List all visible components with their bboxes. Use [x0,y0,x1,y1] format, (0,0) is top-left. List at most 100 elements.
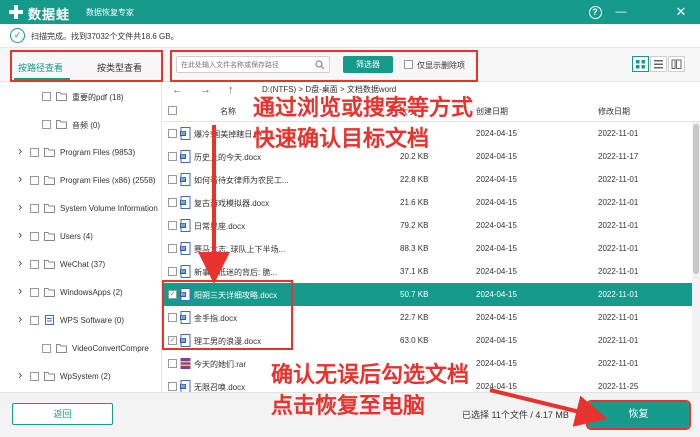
tree-item-checkbox[interactable] [30,176,39,185]
app-logo-icon [9,5,23,19]
document-icon [45,315,54,325]
tree-item[interactable]: › WpSystem (2) [0,362,161,390]
column-header-modified[interactable]: 修改日期 [598,106,630,117]
scan-status-text: 扫描完成。找到37032个文件共18.6 GB。 [31,32,179,41]
breadcrumb: D:(NTFS) > D盘-桌面 > 文档数据word [262,85,397,94]
tree-item-checkbox[interactable] [30,260,39,269]
search-box[interactable] [176,56,330,73]
tree-item-checkbox[interactable] [30,372,39,381]
chevron-right-icon[interactable]: › [18,143,26,158]
row-checkbox[interactable] [168,313,177,322]
tree-item[interactable]: › Program Files (9853) [0,138,161,166]
chevron-right-icon[interactable]: › [18,171,26,186]
table-row[interactable]: W 如何看待女律师为农民工... 22.8 KB 2024-04-15 2022-11-… [162,168,692,191]
folder-icon [44,260,55,269]
back-button[interactable]: 返回 [12,403,113,425]
minimize-icon[interactable]: — [612,3,630,21]
chevron-right-icon[interactable]: › [18,311,26,326]
table-row[interactable]: W 金手指.docx 22.7 KB 2024-04-15 2022-11-01 [162,306,692,329]
svg-text:W: W [181,177,186,183]
table-row[interactable]: ✓ W 理工男的浪漫.docx 63.0 KB 2024-04-15 2022-11-01 [162,329,692,352]
row-checkbox[interactable]: ✓ [168,336,177,345]
chevron-right-icon[interactable]: › [18,255,26,270]
tree-item[interactable]: VideoConvertCompre [0,334,161,362]
search-input[interactable] [181,59,311,71]
chevron-right-icon[interactable]: › [18,227,26,242]
row-checkbox[interactable] [168,221,177,230]
tree-item[interactable]: 音频 (0) [0,110,161,138]
table-row[interactable]: 今天的她们.rar 2024-04-15 2022-11-01 [162,352,692,375]
table-row[interactable]: ✓ W 阳朔三天详细攻略.docx 50.7 KB 2024-04-15 2022-11-… [162,283,692,306]
tree-item[interactable]: › Program Files (x86) (2558) [0,166,161,194]
file-created-date: 2024-04-15 [476,129,517,138]
up-arrow-icon[interactable]: ↑ [228,84,234,96]
tree-item[interactable]: › System Volume Information [0,194,161,222]
table-row[interactable]: W 新事业低迷的背后: 脆... 37.1 KB 2024-04-15 2022-11-… [162,260,692,283]
row-checkbox[interactable] [168,129,177,138]
file-size: 20.2 KB [400,152,429,161]
tree-item[interactable]: › WindowsApps (2) [0,278,161,306]
table-row[interactable]: W 复古游戏模拟器.docx 21.6 KB 2024-04-15 2022-11-01 [162,191,692,214]
back-arrow-icon[interactable]: ← [172,84,183,96]
svg-text:W: W [181,200,186,206]
list-view-button[interactable] [650,56,667,72]
file-created-date: 2024-04-15 [476,244,517,253]
tree-item[interactable]: › WeChat (37) [0,250,161,278]
check-circle-icon: ✓ [10,28,25,43]
tab-view-by-type[interactable]: 按类型查看 [97,61,142,74]
column-header-name[interactable]: 名称 [220,106,236,117]
table-row[interactable]: W 赛马大志: 球队上下半场... 88.3 KB 2024-04-15 2022-11… [162,237,692,260]
select-all-checkbox[interactable] [168,106,177,115]
help-icon[interactable]: ? [586,3,604,21]
svg-text:W: W [181,384,186,390]
row-checkbox[interactable] [168,175,177,184]
row-checkbox[interactable] [168,244,177,253]
tree-item-checkbox[interactable] [30,288,39,297]
search-icon[interactable] [315,60,325,70]
tree-item-checkbox[interactable] [30,316,39,325]
chevron-right-icon[interactable]: › [18,199,26,214]
tree-item-label: System Volume Information [60,204,158,213]
table-row[interactable]: W 爆冷!国美掉瞎日... 2024-04-15 2022-11-01 [162,122,692,145]
file-name: 赛马大志: 球队上下半场... [194,245,286,254]
grid-view-button[interactable] [632,56,649,72]
tab-view-by-path[interactable]: 按路径查看 [18,61,63,74]
word-doc-icon: W [180,311,191,324]
word-doc-icon: W [180,219,191,232]
tree-item[interactable]: 重要的pdf (18) [0,82,161,110]
row-checkbox[interactable] [168,382,177,391]
title-bar: 数据蛙 数据恢复专家 ? — ✕ [0,0,700,24]
filter-button[interactable]: 筛选器 [343,56,393,73]
file-size: 50.7 KB [400,290,429,299]
tree-item-checkbox[interactable] [30,148,39,157]
word-doc-icon: W [180,242,191,255]
chevron-right-icon[interactable]: › [18,283,26,298]
tree-item-label: Users (4) [60,232,93,241]
row-checkbox[interactable]: ✓ [168,290,177,299]
row-checkbox[interactable] [168,152,177,161]
column-header-created[interactable]: 创建日期 [476,106,508,117]
scrollbar-thumb[interactable] [693,124,699,274]
forward-arrow-icon[interactable]: → [200,84,211,96]
row-checkbox[interactable] [168,267,177,276]
tree-item-checkbox[interactable] [42,344,51,353]
tree-item-checkbox[interactable] [30,232,39,241]
deleted-only-checkbox[interactable] [404,60,413,69]
close-icon[interactable]: ✕ [672,3,690,21]
tree-item-label: WeChat (37) [60,260,106,269]
tree-item[interactable]: › Users (4) [0,222,161,250]
folder-icon [44,288,55,297]
tree-item[interactable]: › WPS Software (0) [0,306,161,334]
table-row[interactable]: W 日常星座.docx 79.2 KB 2024-04-15 2022-11-01 [162,214,692,237]
row-checkbox[interactable] [168,359,177,368]
tree-item-checkbox[interactable] [42,120,51,129]
tree-item-checkbox[interactable] [30,204,39,213]
table-row[interactable]: W 历史上的今天.docx 20.2 KB 2024-04-15 2022-11-17 [162,145,692,168]
row-checkbox[interactable] [168,198,177,207]
tree-item-checkbox[interactable] [42,92,51,101]
detail-view-button[interactable] [668,56,685,72]
chevron-right-icon[interactable]: › [18,367,26,382]
svg-text:W: W [181,246,186,252]
recover-button[interactable]: 恢复 [586,400,691,430]
column-header-size[interactable]: 大小 [400,106,416,117]
